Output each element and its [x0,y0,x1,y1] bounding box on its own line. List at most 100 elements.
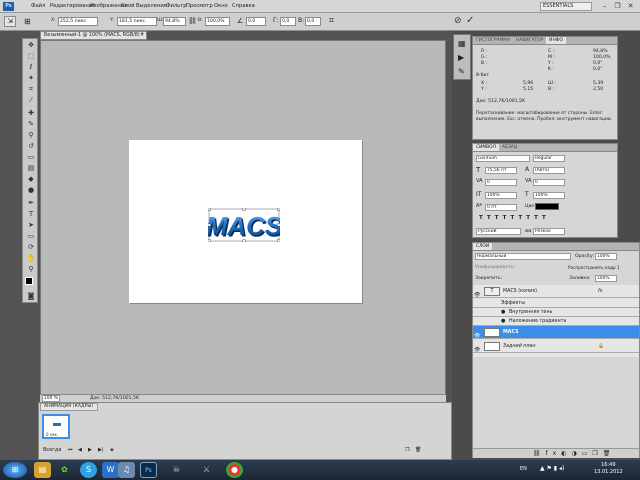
type-style-buttons[interactable]: TTTTTTTTT [479,215,550,221]
transform-tool-icon[interactable]: ⇲ [4,16,16,27]
baseline-field[interactable]: 0 пт [485,204,517,211]
path-select-tool-icon[interactable]: ➤ [26,221,36,230]
propagate-checkbox[interactable]: Распространить кадр 1 [568,265,620,270]
new-frame-icon[interactable]: ❐ [405,445,409,456]
height-percent-field[interactable]: 100,0% [205,17,230,26]
magic-wand-tool-icon[interactable]: ✦ [26,74,36,83]
shape-tool-icon[interactable]: ▭ [26,232,36,241]
menu-filter[interactable]: Фильтр [166,3,187,9]
leading-field[interactable]: (Авто) [533,167,565,174]
eye-icon[interactable]: 👁 [474,344,480,357]
zoom-tool-icon[interactable]: ⚲ [26,265,36,274]
fill-field[interactable]: 100% [595,275,617,282]
history-brush-tool-icon[interactable]: ↺ [26,142,36,151]
blur-tool-icon[interactable]: ◆ [26,175,36,184]
actions-icon[interactable]: ▶ [458,53,464,62]
h-skew-field[interactable]: 0,0 [280,17,296,26]
opacity-field[interactable]: 100% [595,253,617,260]
language-indicator[interactable]: EN [520,466,527,472]
menu-edit[interactable]: Редактирование [50,3,95,9]
tracking-field[interactable]: 0 [533,179,565,186]
eye-small-icon[interactable]: ● [501,308,505,317]
animation-frame[interactable]: 0 сек. [42,414,70,439]
menu-view[interactable]: Просмотр [186,3,213,9]
tab-navigator[interactable]: НАВИГАТОР [513,37,546,44]
itunes-icon[interactable]: ♫ [118,462,135,478]
menu-help[interactable]: Справка [232,3,255,9]
tab-character[interactable]: СИМВОЛ [473,144,499,151]
close-icon[interactable]: ✕ [624,1,637,12]
font-size-field[interactable]: 75,56 пт [485,167,517,174]
vertical-scale-field[interactable]: 100% [485,192,517,199]
skype-icon[interactable]: S [80,462,97,478]
photoshop-taskbar-icon[interactable]: Ps [140,462,157,478]
hand-tool-icon[interactable]: ✋ [26,254,36,263]
fx-icon[interactable]: fx [598,285,603,298]
link-icon[interactable]: ⛓ [188,17,197,25]
document-tab[interactable]: Безымянный-1 @ 100% (MACS, RGB/8) * × [40,31,147,40]
eyedropper-tool-icon[interactable]: ⁄ [26,96,36,105]
tween-icon[interactable]: ◈ [110,445,114,456]
angle-field[interactable]: 0,0 [246,17,266,26]
word-icon[interactable]: W [102,462,119,478]
layer-row-background[interactable]: 👁 Задний план 🔒 [473,340,639,353]
effect-gradient-overlay[interactable]: ● Наложение градиента [473,317,639,326]
tab-layers[interactable]: СЛОИ [473,243,493,250]
language-select[interactable]: Русский [476,228,521,235]
layer-row-macs-copy[interactable]: 👁 T MACS (копия) fx [473,285,639,298]
tray-icons[interactable]: ▲ ⚑ ▮ ◂) [540,465,564,472]
menu-file[interactable]: Файл [31,3,45,9]
alien-icon[interactable]: ☠ [168,462,185,478]
gradient-tool-icon[interactable]: ▤ [26,164,36,173]
tab-info[interactable]: ИНФО [546,37,566,44]
healing-tool-icon[interactable]: ✚ [26,109,36,118]
history-icon[interactable]: ▦ [458,39,466,48]
eye-small-icon[interactable]: ● [501,317,505,326]
pen-tool-icon[interactable]: ✒ [26,199,36,208]
macs-artwork[interactable]: MACS MACS [208,208,280,242]
first-frame-icon[interactable]: ⏮ [68,445,73,456]
tab-paragraph[interactable]: АБЗАЦ [499,144,520,151]
animation-tab[interactable]: АНИМАЦИЯ (КАДРЫ) [40,403,98,411]
chrome-icon[interactable] [226,462,243,478]
menu-window[interactable]: Окно [214,3,228,9]
menu-layer[interactable]: Слой [121,3,134,9]
play-icon[interactable]: ▶ [88,445,92,456]
close-tab-icon[interactable]: × [140,32,144,39]
minimize-icon[interactable]: – [598,1,611,12]
restore-icon[interactable]: ❐ [611,1,624,12]
workspace-switcher[interactable]: ESSENTIALS [540,2,592,11]
loop-select[interactable]: Всегда [43,445,61,456]
brush-tool-icon[interactable]: ✎ [26,120,36,129]
clock[interactable]: 16:49 13.01.2012 [594,462,623,476]
y-position-field[interactable]: 181,5 пикс. [117,17,157,26]
prev-frame-icon[interactable]: ◀ [78,445,82,456]
kerning-field[interactable]: 0 [485,179,517,186]
marquee-tool-icon[interactable]: ⬚ [26,52,36,61]
brushes-icon[interactable]: ✎ [458,67,465,76]
effect-inner-shadow[interactable]: ● Внутренняя тень [473,308,639,317]
frame-time[interactable]: 0 сек. [46,432,58,437]
eraser-tool-icon[interactable]: ▭ [26,153,36,162]
effects-row[interactable]: Эффекты [473,299,639,308]
3d-rotate-tool-icon[interactable]: ⟳ [26,243,36,252]
dodge-tool-icon[interactable]: ● [26,186,36,195]
delete-frame-icon[interactable]: 🗑 [415,445,421,456]
v-skew-field[interactable]: 0,0 [305,17,321,26]
commit-transform-icon[interactable]: ✓ [466,15,474,26]
layers-footer-buttons[interactable]: ⛓fx◐◑▭❐🗑 [473,448,639,458]
menu-select[interactable]: Выделение [136,3,167,9]
quick-mask-icon[interactable]: ◙ [26,292,36,301]
warp-icon[interactable]: ⌗ [329,16,334,26]
zoom-field[interactable]: 100 % [42,395,60,402]
font-family-select[interactable]: Gentium [476,155,530,162]
blend-mode-select[interactable]: Нормальный [475,253,571,260]
next-frame-icon[interactable]: ▶| [98,445,104,456]
start-button[interactable]: ⊞ [3,462,27,478]
tab-histogram[interactable]: ГИСТОГРАММА [473,37,513,44]
game-icon[interactable]: ⚔ [198,462,215,478]
type-tool-icon[interactable]: T [26,210,36,219]
width-percent-field[interactable]: 94,8% [163,17,186,26]
cancel-transform-icon[interactable]: ⊘ [454,16,462,26]
icq-icon[interactable]: ✿ [56,462,73,478]
